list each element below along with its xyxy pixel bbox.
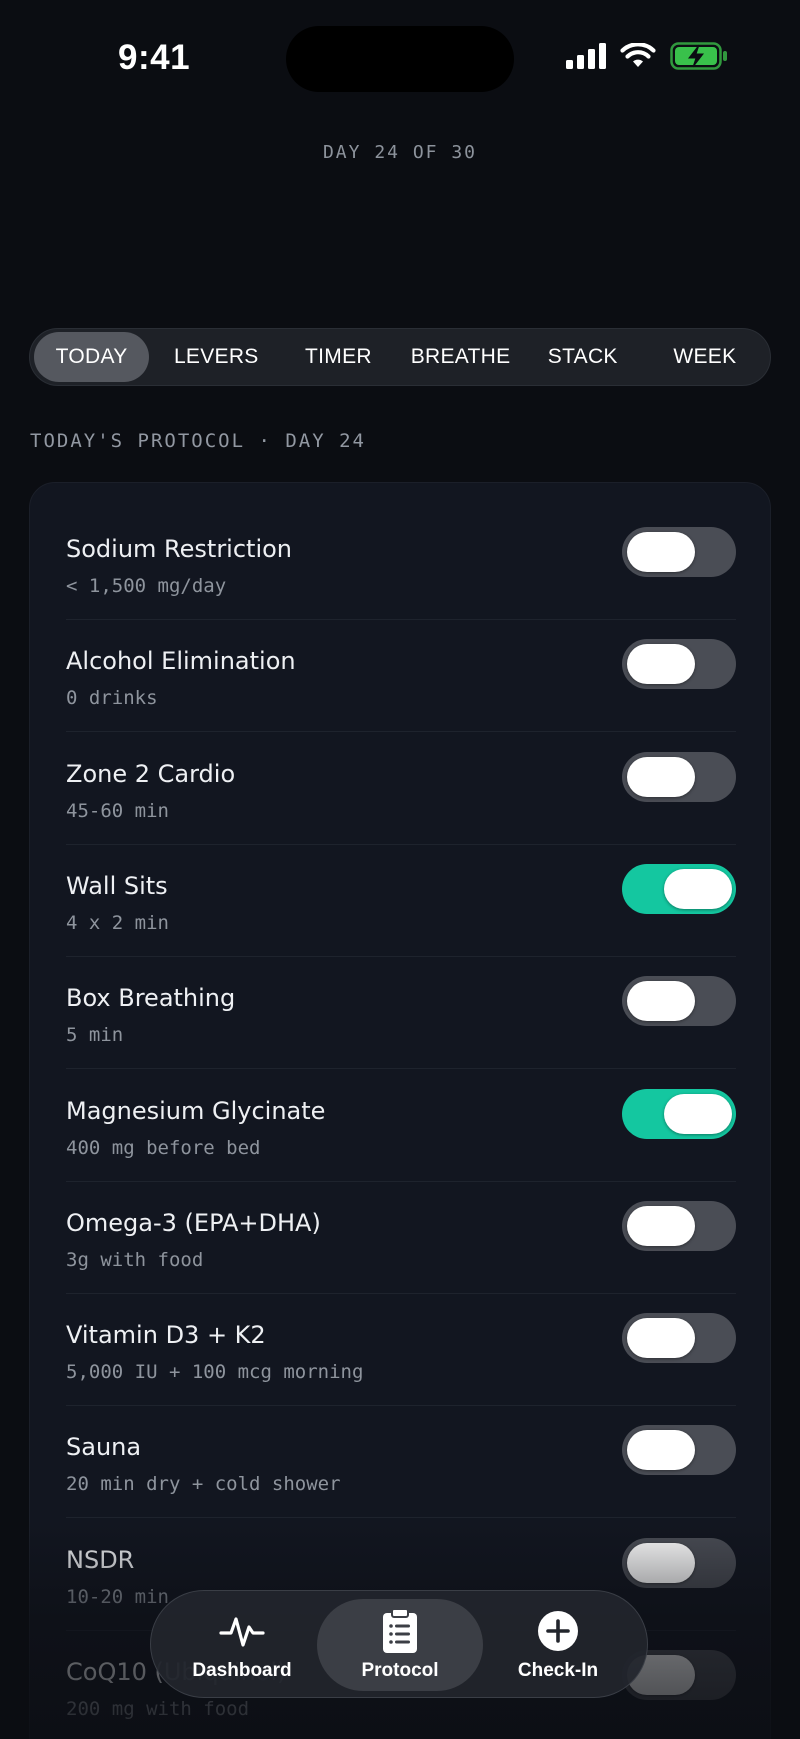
- protocol-item-detail: 10-20 min: [66, 1585, 169, 1608]
- row-divider: [66, 843, 736, 845]
- protocol-item: Sodium Restriction < 1,500 mg/day: [66, 527, 736, 647]
- protocol-item-name: Zone 2 Cardio: [66, 759, 236, 788]
- protocol-item-detail: < 1,500 mg/day: [66, 575, 227, 597]
- toggle-knob: [627, 532, 695, 572]
- battery-charging-icon: [670, 42, 727, 70]
- nav-check-in-label: Check-In: [517, 1660, 599, 1681]
- protocol-item: Alcohol Elimination 0 drinks: [66, 639, 736, 759]
- row-divider: [66, 1517, 736, 1519]
- protocol-item-toggle[interactable]: [622, 1313, 736, 1364]
- protocol-item-name: Alcohol Elimination: [66, 647, 296, 676]
- tab-stack[interactable]: STACK: [522, 332, 644, 382]
- protocol-item-toggle[interactable]: [622, 639, 736, 690]
- toggle-knob: [627, 981, 695, 1022]
- wifi-icon: [620, 43, 656, 67]
- protocol-item-name: Wall Sits: [66, 871, 168, 900]
- pulse-icon: [219, 1608, 265, 1654]
- nav-check-in[interactable]: Check-In: [475, 1599, 641, 1691]
- protocol-item-toggle[interactable]: [622, 751, 736, 802]
- protocol-item-detail: 3g with food: [66, 1248, 204, 1271]
- row-divider: [66, 731, 736, 733]
- row-divider: [66, 1292, 736, 1294]
- row-divider: [66, 1068, 736, 1070]
- tab-breathe[interactable]: BREATHE: [400, 332, 522, 382]
- protocol-item-detail: 20 min dry + cold shower: [66, 1473, 341, 1496]
- clipboard-icon: [382, 1608, 418, 1654]
- protocol-item-name: Box Breathing: [66, 984, 236, 1013]
- row-divider: [66, 1180, 736, 1182]
- toggle-knob: [627, 1430, 695, 1471]
- protocol-item-toggle[interactable]: [622, 1088, 736, 1139]
- row-divider: [66, 619, 736, 620]
- tab-today[interactable]: TODAY: [34, 332, 150, 382]
- protocol-item-detail: 0 drinks: [66, 687, 158, 710]
- nav-protocol[interactable]: Protocol: [317, 1599, 483, 1691]
- protocol-item-name: Sauna: [66, 1433, 142, 1462]
- row-divider: [66, 1405, 736, 1407]
- cellular-signal-icon: [566, 43, 606, 69]
- protocol-item-toggle[interactable]: [622, 1200, 736, 1251]
- tab-week[interactable]: WEEK: [644, 332, 766, 382]
- protocol-item-detail: 400 mg before bed: [66, 1136, 261, 1159]
- nav-protocol-label: Protocol: [361, 1660, 439, 1681]
- toggle-knob: [627, 1318, 695, 1359]
- protocol-list-card: Sodium Restriction < 1,500 mg/day Alcohol …: [29, 482, 771, 1739]
- section-title: TODAY'S PROTOCOL · DAY 24: [30, 430, 366, 452]
- protocol-item-toggle[interactable]: [622, 1537, 736, 1588]
- toggle-knob: [664, 868, 732, 909]
- plus-circle-icon: [537, 1608, 579, 1654]
- protocol-item: Sauna 20 min dry + cold shower: [66, 1425, 736, 1545]
- protocol-item: Magnesium Glycinate 400 mg before bed: [66, 1088, 736, 1209]
- protocol-item-toggle[interactable]: [622, 527, 736, 577]
- tab-bar: TODAY LEVERS TIMER BREATHE STACK WEEK: [29, 328, 771, 386]
- protocol-item: Omega-3 (EPA+DHA) 3g with food: [66, 1200, 736, 1321]
- toggle-knob: [627, 1542, 695, 1583]
- nav-dashboard-label: Dashboard: [192, 1660, 292, 1681]
- tab-timer[interactable]: TIMER: [277, 332, 399, 382]
- status-icons: [566, 42, 728, 70]
- status-bar: 9:41: [0, 0, 800, 120]
- toggle-knob: [627, 644, 695, 685]
- protocol-item-toggle[interactable]: [622, 863, 736, 914]
- protocol-item-name: NSDR: [66, 1545, 135, 1574]
- toggle-knob: [627, 756, 695, 797]
- day-progress-label: DAY 24 OF 30: [322, 142, 478, 163]
- protocol-item-detail: 45-60 min: [66, 799, 169, 822]
- protocol-item-name: Sodium Restriction: [66, 535, 293, 563]
- protocol-item-toggle[interactable]: [622, 1425, 736, 1476]
- protocol-item: Zone 2 Cardio 45-60 min: [66, 751, 736, 872]
- nav-dashboard[interactable]: Dashboard: [159, 1599, 325, 1691]
- protocol-item: Vitamin D3 + K2 5,000 IU + 100 mcg mornin…: [66, 1313, 736, 1433]
- protocol-item: Wall Sits 4 x 2 min: [66, 863, 736, 984]
- protocol-item-detail: 5,000 IU + 100 mcg morning: [66, 1361, 364, 1384]
- protocol-item-name: Omega-3 (EPA+DHA): [66, 1208, 321, 1237]
- toggle-knob: [664, 1093, 732, 1134]
- tab-levers[interactable]: LEVERS: [155, 332, 277, 382]
- status-time: 9:41: [118, 38, 191, 77]
- protocol-item-detail: 5 min: [66, 1024, 124, 1047]
- dynamic-island: [286, 26, 514, 92]
- protocol-item-name: Vitamin D3 + K2: [66, 1321, 266, 1350]
- protocol-item: Box Breathing 5 min: [66, 976, 736, 1096]
- protocol-item-detail: 200 mg with food: [66, 1698, 250, 1720]
- row-divider: [66, 955, 736, 957]
- protocol-item-detail: 4 x 2 min: [66, 911, 169, 934]
- toggle-knob: [627, 1205, 695, 1246]
- protocol-item-name: Magnesium Glycinate: [66, 1096, 326, 1125]
- bottom-navigation: Dashboard Protocol Check-In: [150, 1590, 648, 1698]
- protocol-item-toggle[interactable]: [622, 976, 736, 1027]
